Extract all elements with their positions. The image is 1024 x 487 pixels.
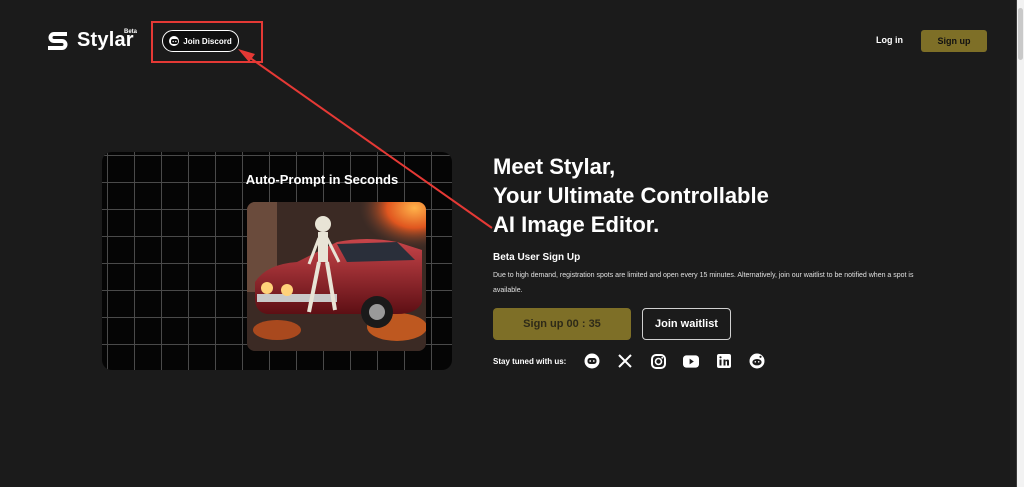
scrollbar-thumb[interactable] (1018, 8, 1023, 60)
stay-tuned-label: Stay tuned with us: (493, 357, 567, 366)
signup-countdown-button[interactable]: Sign up 00 : 35 (493, 308, 631, 340)
social-links (584, 353, 765, 369)
beta-badge: Beta (124, 29, 138, 35)
logo[interactable]: Stylar (47, 29, 134, 52)
demo-card: Auto-Prompt in Seconds (102, 152, 452, 370)
login-link[interactable]: Log in (876, 35, 903, 45)
linkedin-icon[interactable] (716, 353, 732, 369)
page-frame: Stylar Beta Join Discord Log in Sign up … (0, 0, 1017, 487)
demo-title: Auto-Prompt in Seconds (245, 172, 399, 187)
annotation-highlight-box (151, 21, 263, 63)
instagram-icon[interactable] (650, 353, 666, 369)
reddit-icon[interactable] (749, 353, 765, 369)
hero-title-line: Your Ultimate Controllable (493, 183, 769, 208)
signup-description: Due to high demand, registration spots a… (493, 272, 914, 294)
x-icon[interactable] (617, 353, 633, 369)
hero-title-line: Meet Stylar, (493, 154, 616, 179)
demo-image (247, 202, 426, 351)
beta-signup-heading: Beta User Sign Up (493, 252, 581, 263)
hero-title-line: AI Image Editor. (493, 212, 660, 237)
join-waitlist-button[interactable]: Join waitlist (642, 308, 731, 340)
stylar-logo-icon (48, 31, 68, 50)
hero-title: Meet Stylar, Your Ultimate Controllable … (493, 152, 769, 239)
youtube-icon[interactable] (683, 353, 699, 369)
discord-icon[interactable] (584, 353, 600, 369)
signup-button[interactable]: Sign up (921, 30, 987, 52)
scrollbar[interactable] (1017, 0, 1024, 487)
